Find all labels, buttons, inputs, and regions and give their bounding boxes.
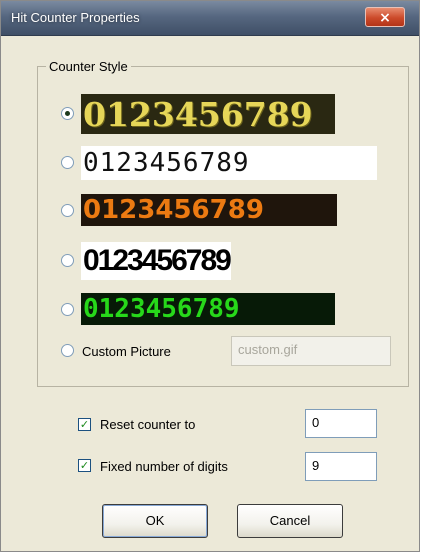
close-icon[interactable]: × xyxy=(365,7,405,27)
digit-preview-condensed[interactable]: 0123456789 xyxy=(81,242,231,280)
digit-preview-orange[interactable]: 0123456789 xyxy=(81,194,337,226)
radio-custom-picture[interactable] xyxy=(61,344,74,357)
custom-picture-label: Custom Picture xyxy=(82,344,171,359)
cancel-button[interactable]: Cancel xyxy=(237,504,343,538)
digit-preview-plain[interactable]: 0123456789 xyxy=(81,146,377,180)
ok-button[interactable]: OK xyxy=(102,504,208,538)
radio-style-2[interactable] xyxy=(61,156,74,169)
radio-style-3[interactable] xyxy=(61,204,74,217)
reset-counter-checkbox[interactable]: ✓ xyxy=(78,418,91,431)
radio-style-4[interactable] xyxy=(61,254,74,267)
fixed-digits-checkbox[interactable]: ✓ xyxy=(78,459,91,472)
fixed-digits-label: Fixed number of digits xyxy=(100,459,228,474)
reset-counter-label: Reset counter to xyxy=(100,417,196,432)
digit-preview-gold[interactable]: 0123456789 xyxy=(81,94,335,134)
radio-style-1[interactable] xyxy=(61,107,74,120)
radio-style-5[interactable] xyxy=(61,303,74,316)
dialog-window: Hit Counter Properties × Counter Style 0… xyxy=(0,0,420,552)
window-title: Hit Counter Properties xyxy=(11,10,140,25)
fixed-digits-input[interactable]: 9 xyxy=(305,452,377,481)
custom-picture-field[interactable]: custom.gif xyxy=(231,336,391,366)
reset-counter-input[interactable]: 0 xyxy=(305,409,377,438)
digit-preview-green-led[interactable]: 0123456789 xyxy=(81,293,335,325)
title-bar[interactable]: Hit Counter Properties × xyxy=(1,1,419,36)
counter-style-legend: Counter Style xyxy=(49,59,128,74)
